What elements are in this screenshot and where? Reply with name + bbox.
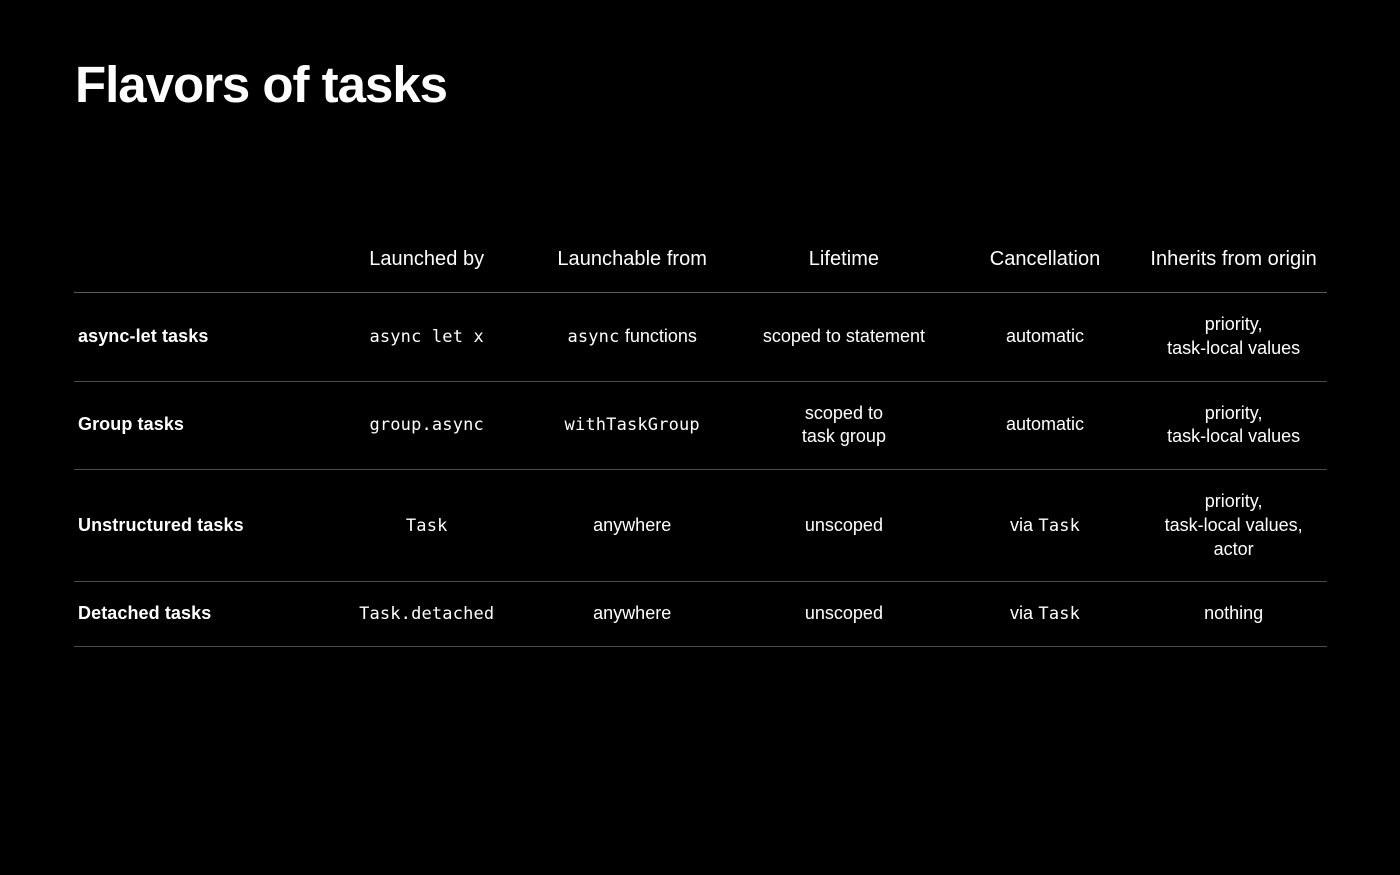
row-label: Unstructured tasks — [78, 514, 244, 535]
table-row: Group tasks group.async withTaskGroup scope… — [74, 381, 1327, 470]
cell-launchable-from: async functions — [526, 293, 738, 382]
flavors-table-container: Launched by Launchable from Lifetime Can… — [74, 248, 1327, 647]
cell-text: functions — [624, 325, 697, 346]
column-header-lifetime: Lifetime — [808, 248, 880, 270]
table-header: Launched by Launchable from Lifetime Can… — [74, 248, 1327, 293]
cell-lifetime: unscoped — [804, 603, 883, 624]
cell-launched-by: async let x — [327, 293, 526, 382]
table-body: async-let tasks async let x async functions… — [74, 293, 1327, 647]
cell-launchable-from: anywhere — [526, 470, 738, 582]
cell-text: anywhere — [593, 514, 672, 535]
cell-inherits-from-origin: priority, task-local values — [1167, 402, 1301, 447]
cell-launched-by: Task — [327, 470, 526, 582]
page-title: Flavors of tasks — [75, 56, 448, 113]
row-label: Detached tasks — [78, 603, 212, 624]
cell-text: anywhere — [593, 603, 672, 624]
slide: Flavors of tasks Launched by Launchable … — [0, 0, 1400, 875]
code-token: Task — [405, 515, 448, 536]
table-row: Unstructured tasks Task anywhere unscoped vi… — [74, 470, 1327, 582]
cell-text: automatic — [1006, 414, 1085, 435]
code-token: Task.detached — [359, 604, 495, 625]
code-token: withTaskGroup — [564, 415, 700, 436]
cell-inherits-from-origin: priority, task-local values, actor — [1164, 491, 1303, 559]
table-row: async-let tasks async let x async functions… — [74, 293, 1327, 382]
cell-inherits-from-origin: priority, task-local values — [1167, 314, 1301, 358]
column-header-launched-by: Launched by — [369, 248, 485, 270]
cell-cancellation: via Task — [950, 582, 1140, 647]
column-header-cancellation: Cancellation — [989, 248, 1101, 270]
cell-launched-by: Task.detached — [327, 582, 526, 647]
code-token: Task — [1038, 515, 1081, 536]
cell-text: via — [1010, 514, 1034, 535]
cell-lifetime: unscoped — [804, 514, 883, 535]
row-label: Group tasks — [78, 414, 185, 435]
column-header-launchable-from: Launchable from — [557, 248, 707, 270]
cell-text: automatic — [1006, 325, 1085, 346]
cell-text: via — [1010, 603, 1034, 624]
cell-launchable-from: withTaskGroup — [526, 381, 738, 470]
column-header-row-label — [74, 248, 327, 293]
cell-lifetime: scoped to task group — [801, 402, 886, 447]
cell-cancellation: via Task — [950, 470, 1140, 582]
code-token: Task — [1038, 604, 1081, 625]
cell-cancellation: automatic — [950, 381, 1140, 470]
cell-cancellation: automatic — [950, 293, 1140, 382]
flavors-table: Launched by Launchable from Lifetime Can… — [74, 248, 1327, 647]
column-header-inherits-from-origin: Inherits from origin — [1150, 248, 1317, 270]
code-token: group.async — [369, 415, 484, 436]
cell-inherits-from-origin: nothing — [1204, 603, 1264, 624]
row-label: async-let tasks — [78, 325, 209, 346]
table-row: Detached tasks Task.detached anywhere unsco… — [74, 582, 1327, 647]
code-token: async — [567, 326, 620, 347]
table-header-row: Launched by Launchable from Lifetime Can… — [74, 248, 1327, 293]
cell-launched-by: group.async — [327, 381, 526, 470]
cell-lifetime: scoped to statement — [762, 325, 925, 346]
code-token: async let x — [369, 326, 484, 347]
cell-launchable-from: anywhere — [526, 582, 738, 647]
